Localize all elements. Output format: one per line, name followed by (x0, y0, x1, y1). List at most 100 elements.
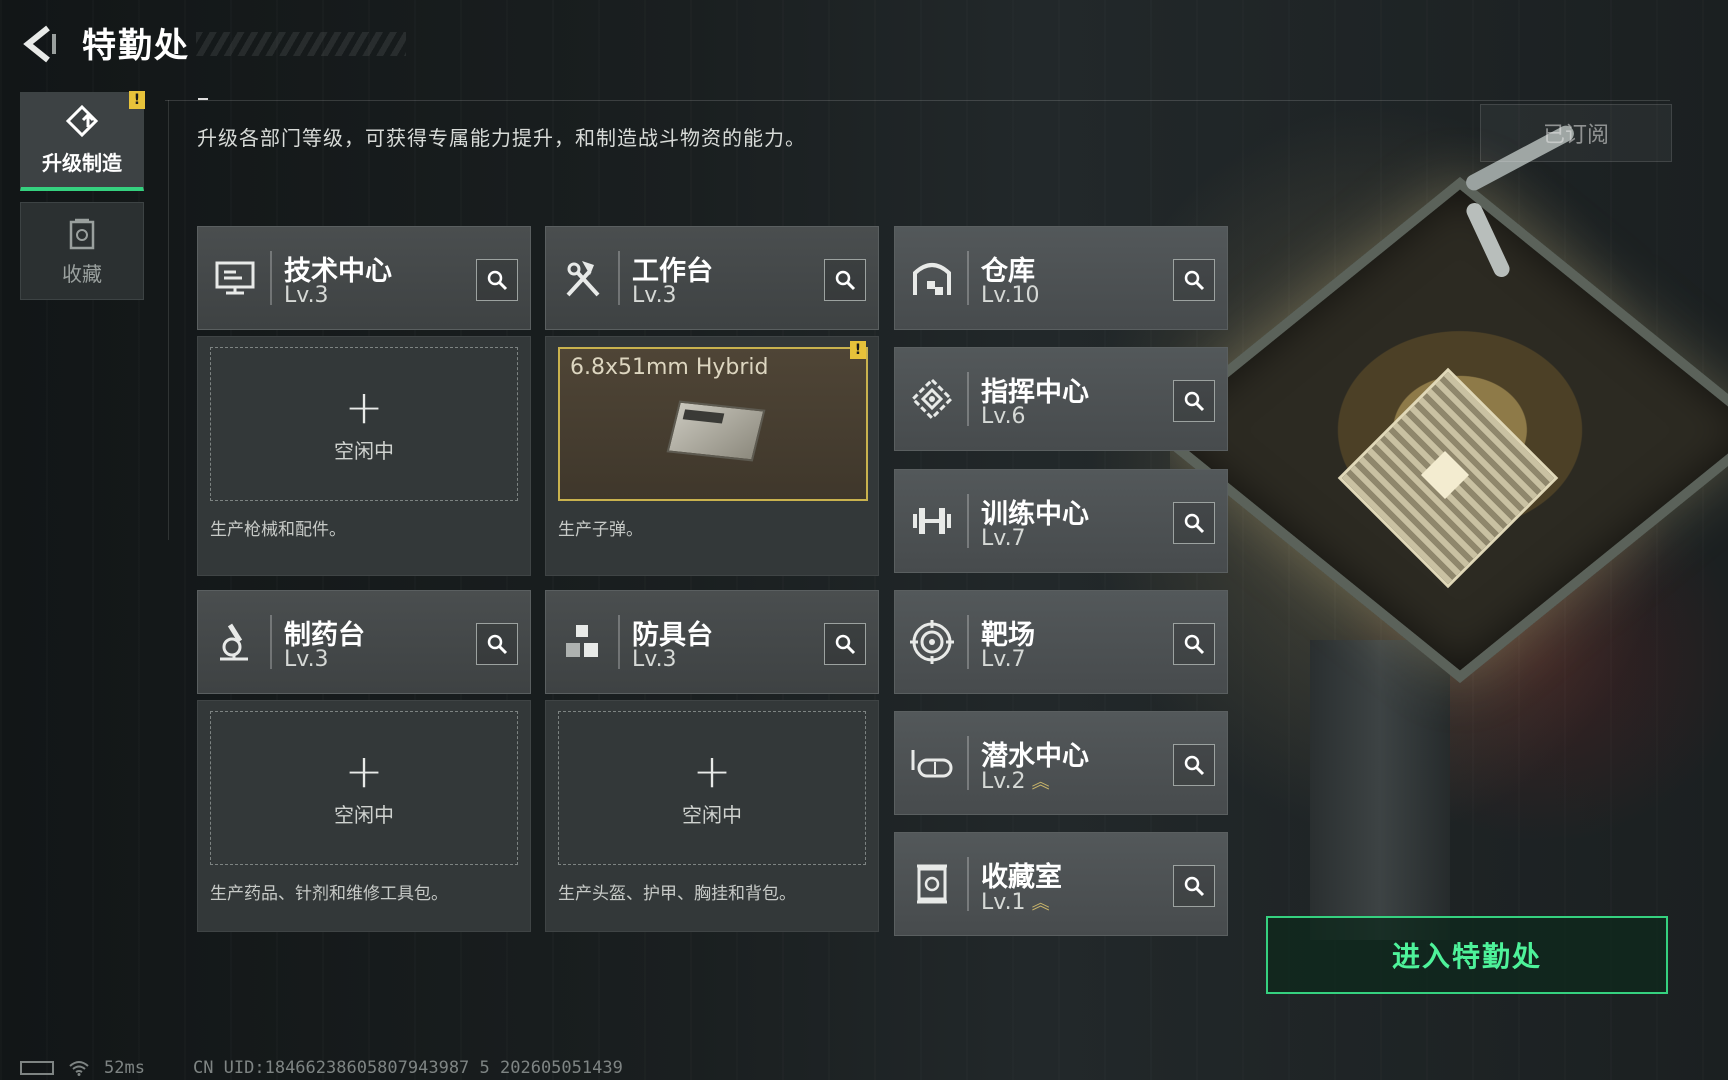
separator (967, 615, 969, 669)
inspect-button[interactable] (1173, 744, 1215, 786)
slot-description: 生产子弹。 (558, 520, 643, 540)
hammer-wrench-icon (560, 255, 606, 301)
slot-status: 空闲中 (334, 438, 394, 463)
facility-level: Lv.10 (981, 283, 1040, 308)
command-icon (909, 376, 955, 422)
search-icon (1184, 634, 1205, 655)
job-item-name: 6.8x51mm Hybrid (570, 355, 769, 380)
inspect-button[interactable] (824, 623, 866, 665)
monitor-icon (212, 255, 258, 301)
empty-slot[interactable]: + 空闲中 (210, 347, 518, 501)
inspect-button[interactable] (1173, 502, 1215, 544)
add-icon: + (344, 743, 384, 798)
separator (967, 857, 969, 911)
microscope-icon (212, 619, 258, 665)
facility-diving-center[interactable]: 潜水中心 Lv.2 ︽ (894, 711, 1228, 815)
production-slot-pharmacy[interactable]: + 空闲中 生产药品、针剂和维修工具包。 (197, 700, 531, 932)
tab-upgrade-craft[interactable]: 升级制造 ! (20, 91, 145, 191)
back-button[interactable] (18, 22, 62, 66)
slot-status: 空闲中 (682, 802, 742, 827)
search-icon (1184, 513, 1205, 534)
facility-level: Lv.3 (632, 647, 677, 672)
diving-mask-icon (909, 740, 955, 786)
separator (967, 494, 969, 548)
separator (967, 736, 969, 790)
slot-status: 空闲中 (334, 802, 394, 827)
inspect-button[interactable] (476, 623, 518, 665)
separator (967, 251, 969, 305)
separator (618, 251, 620, 305)
enter-special-ops-button[interactable]: 进入特勤处 (1266, 916, 1668, 994)
facility-warehouse[interactable]: 仓库 Lv.10 (894, 226, 1228, 330)
warehouse-icon (909, 255, 955, 301)
facility-collection-room[interactable]: 收藏室 Lv.1 ︽ (894, 832, 1228, 936)
ping-value: 52ms (104, 1058, 145, 1078)
facility-level: Lv.7 (981, 526, 1026, 551)
facility-level: Lv.7 (981, 647, 1026, 672)
facility-command-center[interactable]: 指挥中心 Lv.6 (894, 347, 1228, 451)
facility-tech-center[interactable]: 技术中心 Lv.3 (197, 226, 531, 330)
collection-icon (69, 218, 95, 249)
warning-badge: ! (129, 91, 145, 109)
production-slot-workbench[interactable]: 6.8x51mm Hybrid ! 生产子弹。 (545, 336, 879, 576)
production-slot-tech-center[interactable]: + 空闲中 生产枪械和配件。 (197, 336, 531, 576)
facility-level: Lv.3 (284, 283, 329, 308)
level-text: Lv.2 (981, 769, 1026, 794)
target-icon (909, 619, 955, 665)
dumbbell-icon (909, 498, 955, 544)
wifi-icon (69, 1061, 89, 1076)
inspect-button[interactable] (476, 259, 518, 301)
facility-pharmacy[interactable]: 制药台 Lv.3 (197, 590, 531, 694)
subscribed-label: 已订阅 (1480, 104, 1672, 162)
warning-badge: ! (850, 341, 866, 359)
empty-slot[interactable]: + 空闲中 (210, 711, 518, 865)
upgrade-icon (65, 104, 99, 137)
inspect-button[interactable] (1173, 865, 1215, 907)
facility-training-center[interactable]: 训练中心 Lv.7 (894, 469, 1228, 573)
tab-label: 升级制造 (42, 150, 122, 175)
page-description: 升级各部门等级，可获得专属能力提升，和制造战斗物资的能力。 (197, 126, 806, 150)
search-icon (487, 270, 508, 291)
slot-description: 生产枪械和配件。 (210, 520, 346, 540)
slot-description: 生产药品、针剂和维修工具包。 (210, 884, 448, 904)
separator (967, 372, 969, 426)
add-icon: + (692, 743, 732, 798)
divider-tick (198, 98, 208, 100)
separator (618, 615, 620, 669)
tab-collection[interactable]: 收藏 (20, 202, 144, 300)
ammo-box-image (666, 400, 766, 462)
inspect-button[interactable] (824, 259, 866, 301)
back-arrow-icon (23, 25, 56, 63)
search-icon (1184, 270, 1205, 291)
search-icon (1184, 391, 1205, 412)
upgrade-available-icon: ︽ (1031, 893, 1050, 914)
title-decoration (196, 32, 406, 56)
status-bar: 52ms CN UID:18466238605807943987 5 20260… (20, 1058, 623, 1078)
search-icon (1184, 755, 1205, 776)
upgrade-available-icon: ︽ (1031, 772, 1050, 793)
facility-shooting-range[interactable]: 靶场 Lv.7 (894, 590, 1228, 694)
tab-label: 收藏 (62, 261, 102, 286)
page-title: 特勤处 (82, 26, 190, 66)
search-icon (487, 634, 508, 655)
search-icon (835, 270, 856, 291)
divider (168, 100, 169, 540)
collection-room-icon (909, 861, 955, 907)
level-text: Lv.1 (981, 890, 1026, 915)
facility-workbench[interactable]: 工作台 Lv.3 (545, 226, 879, 330)
divider (165, 100, 1670, 101)
active-production-job[interactable]: 6.8x51mm Hybrid (558, 347, 868, 501)
inspect-button[interactable] (1173, 259, 1215, 301)
production-slot-armor-bench[interactable]: + 空闲中 生产头盔、护甲、胸挂和背包。 (545, 700, 879, 932)
add-icon: + (344, 379, 384, 434)
scene-cube (1170, 110, 1728, 830)
facility-armor-bench[interactable]: 防具台 Lv.3 (545, 590, 879, 694)
blocks-icon (560, 619, 606, 665)
facility-level: Lv.3 (632, 283, 677, 308)
inspect-button[interactable] (1173, 380, 1215, 422)
search-icon (1184, 876, 1205, 897)
inspect-button[interactable] (1173, 623, 1215, 665)
empty-slot[interactable]: + 空闲中 (558, 711, 866, 865)
facility-level: Lv.1 ︽ (981, 889, 1050, 915)
facility-level: Lv.3 (284, 647, 329, 672)
